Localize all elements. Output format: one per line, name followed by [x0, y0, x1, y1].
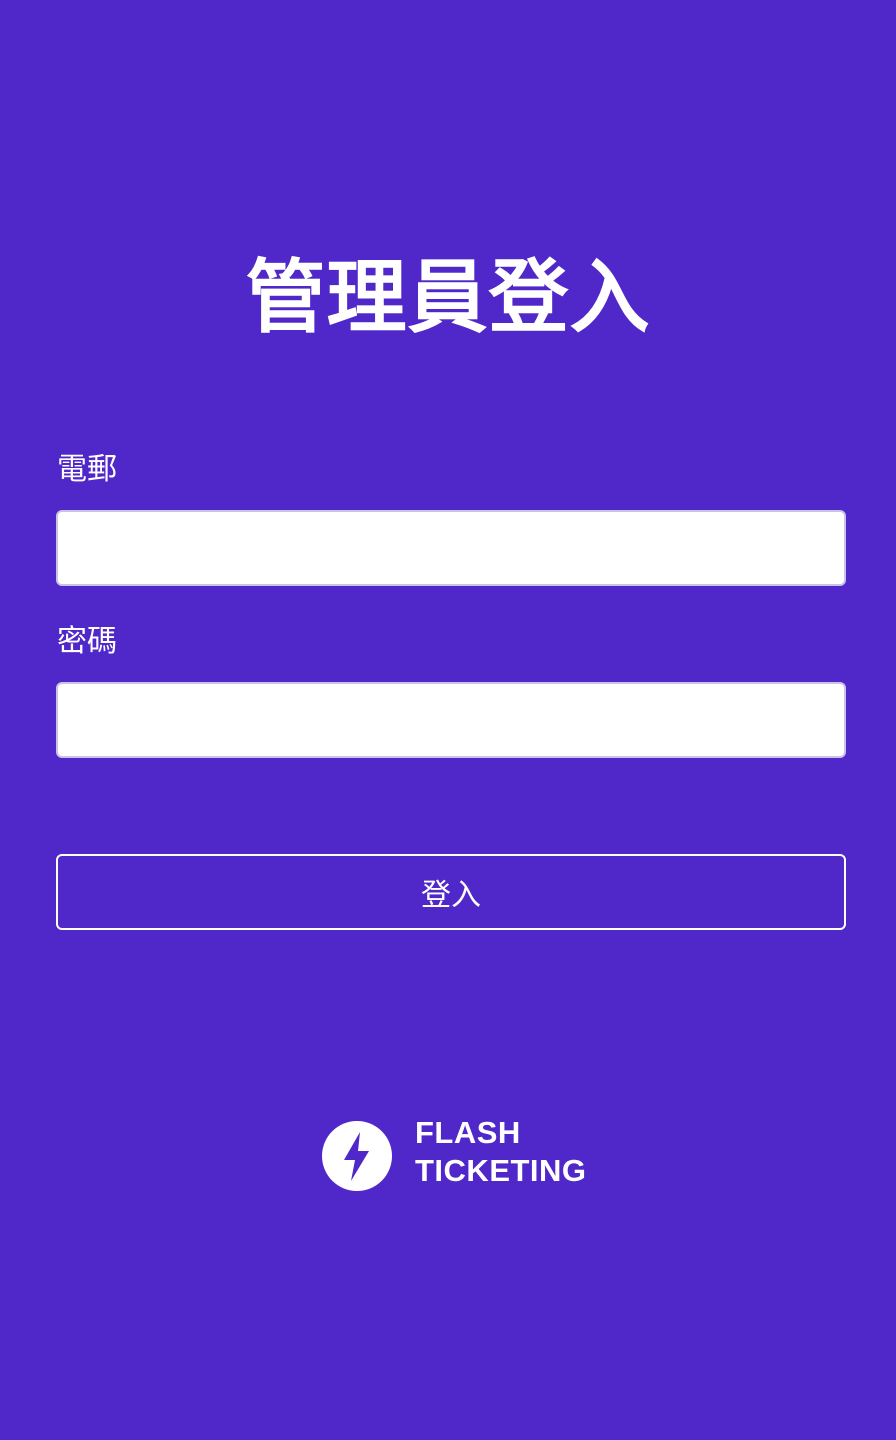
admin-login-page: 管理員登入 電郵 密碼 登入 FLASH TICKETING — [0, 0, 896, 1440]
brand-name-line2: TICKETING — [415, 1153, 587, 1188]
email-field[interactable] — [56, 510, 846, 586]
brand-name: FLASH TICKETING — [415, 1114, 587, 1190]
login-button[interactable]: 登入 — [56, 854, 846, 930]
lightning-bolt-icon — [322, 1121, 392, 1191]
brand-logo: FLASH TICKETING — [322, 1114, 602, 1198]
brand-name-line1: FLASH — [415, 1115, 521, 1150]
email-label: 電郵 — [57, 452, 117, 487]
page-title: 管理員登入 — [245, 251, 651, 344]
password-field[interactable] — [56, 682, 846, 758]
password-label: 密碼 — [57, 624, 117, 659]
